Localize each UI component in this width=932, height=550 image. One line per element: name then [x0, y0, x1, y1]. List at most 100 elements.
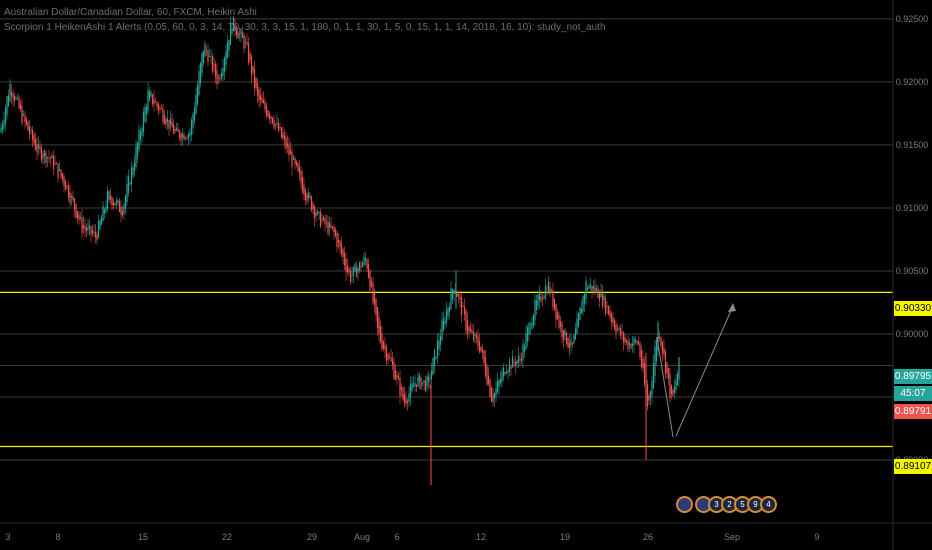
candle-body: [258, 89, 260, 102]
candle-body: [525, 333, 527, 350]
candle-body: [483, 350, 485, 363]
candle-body: [628, 342, 631, 345]
candle-body: [378, 317, 380, 334]
candle-body: [313, 206, 316, 219]
candle-body: [441, 320, 443, 341]
candle-body: [444, 321, 446, 325]
chart-container[interactable]: 0.92500 0.92000 0.91500 0.91000 0.90500 0.900…: [0, 0, 932, 550]
candle-body: [408, 393, 410, 403]
candle-body: [169, 118, 172, 125]
candle-body: [262, 100, 265, 103]
candle-body: [342, 248, 344, 257]
time-tick-label: 6: [394, 532, 399, 542]
candle-body: [466, 320, 469, 334]
candle-body: [543, 296, 545, 299]
candle-body: [547, 281, 550, 293]
candle-body: [502, 367, 505, 377]
candle-body: [541, 298, 544, 300]
candle-body: [462, 306, 464, 308]
candle-body: [360, 266, 362, 268]
candle-body: [513, 361, 515, 363]
candle-body: [310, 196, 313, 211]
candle-body: [30, 129, 32, 131]
candle-body: [627, 341, 629, 349]
candle-body: [117, 200, 119, 203]
candle-body: [361, 262, 364, 267]
candle-body: [345, 259, 347, 273]
candle-body: [4, 107, 7, 124]
event-badge-count[interactable]: 4: [760, 496, 777, 513]
candle-body: [517, 355, 520, 363]
candle-body: [129, 183, 131, 185]
price-tick-label: 0.92500: [896, 14, 929, 24]
candle-body: [612, 317, 614, 323]
candle-body: [424, 381, 427, 391]
candle-body: [520, 359, 523, 362]
candle-body: [403, 393, 406, 403]
candle-body: [151, 94, 154, 105]
candle-body: [367, 264, 370, 278]
candle-body: [136, 142, 139, 157]
candle-body: [63, 176, 65, 186]
candle-body: [349, 270, 352, 282]
candle-body: [610, 313, 613, 322]
chart-legend: Australian Dollar/Canadian Dollar, 60, F…: [4, 5, 606, 35]
candle-body: [120, 206, 122, 216]
candle-body: [300, 170, 302, 184]
candle-body: [250, 56, 253, 76]
candle-body: [46, 157, 49, 159]
price-chart[interactable]: 0.92500 0.92000 0.91500 0.91000 0.90500 0.900…: [0, 0, 932, 550]
candle-body: [166, 118, 169, 123]
candle-body: [6, 96, 8, 116]
candle-body: [375, 298, 377, 316]
candle-body: [190, 120, 193, 135]
candle-body: [636, 340, 638, 343]
candle-body: [141, 128, 143, 136]
candle-body: [397, 376, 400, 380]
candle-body: [277, 123, 280, 132]
event-badge-flag[interactable]: [676, 496, 693, 513]
candle-body: [600, 290, 602, 297]
candle-body: [184, 137, 187, 139]
symbol-title[interactable]: Australian Dollar/Canadian Dollar, 60, F…: [4, 5, 606, 20]
candle-body: [501, 372, 503, 382]
candle-body: [474, 334, 476, 336]
candle-body: [307, 192, 310, 199]
candle-body: [283, 135, 286, 140]
candle-body: [471, 330, 473, 333]
candle-body: [255, 78, 257, 88]
candle-body: [70, 195, 73, 198]
candle-body: [33, 134, 35, 144]
candle-body: [25, 118, 28, 125]
candle-body: [561, 323, 563, 338]
candle-body: [579, 307, 581, 320]
candle-body: [88, 224, 91, 229]
candle-body: [247, 42, 250, 63]
candle-body: [66, 185, 68, 187]
candle-body: [676, 373, 679, 386]
candle-body: [280, 127, 283, 138]
candle-body: [316, 211, 319, 215]
candle-body: [337, 239, 340, 243]
candle-body: [39, 146, 41, 149]
time-axis[interactable]: 3 8 15 22 29 Aug 6 12 19 26 Sep 9: [5, 532, 819, 542]
candle-body: [640, 350, 643, 367]
candle-body: [282, 132, 284, 139]
time-tick-label: 19: [560, 532, 570, 542]
candle-body: [18, 98, 20, 109]
candle-body: [540, 296, 542, 301]
candle-body: [34, 139, 37, 150]
candle-body: [256, 83, 259, 96]
candle-body: [576, 318, 578, 334]
candle-body: [634, 339, 637, 342]
candle-body: [529, 328, 532, 330]
candle-body: [552, 290, 554, 308]
candle-body: [340, 243, 343, 254]
candle-body: [45, 153, 47, 163]
candle-body: [268, 113, 271, 120]
study-title[interactable]: Scorpion 1 HeikenAshi 1 Alerts (0.05, 60…: [4, 20, 606, 35]
bid-price-label: 0.89795: [894, 369, 932, 384]
candle-body: [583, 294, 586, 304]
candle-body: [601, 293, 604, 307]
candle-body: [592, 286, 595, 289]
